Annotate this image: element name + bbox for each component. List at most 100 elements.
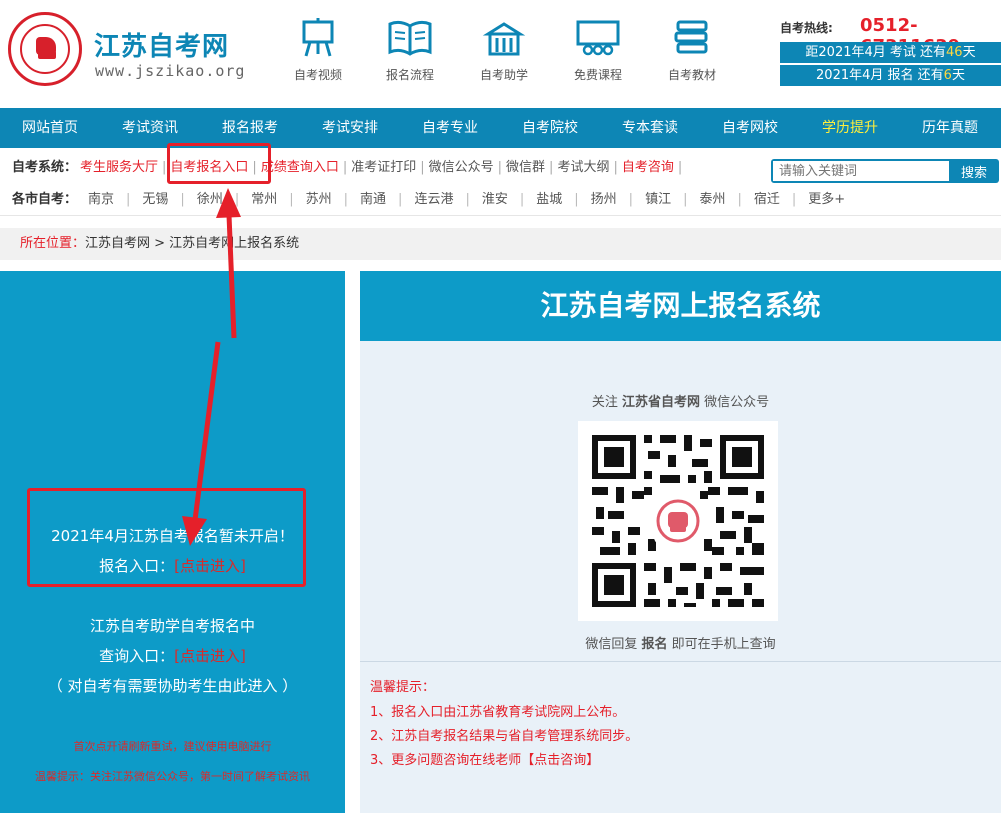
building-icon — [482, 22, 526, 56]
system-link-service-hall[interactable]: 考生服务大厅 — [80, 160, 158, 175]
city-link[interactable]: 盐城 — [536, 192, 562, 207]
city-link[interactable]: 无锡 — [142, 192, 168, 207]
city-link[interactable]: 徐州 — [197, 192, 223, 207]
hotline-label: 自考热线: — [780, 21, 833, 35]
search-input[interactable] — [773, 161, 949, 181]
quick-link-label: 自考助学 — [479, 68, 528, 82]
breadcrumb-path[interactable]: 江苏自考网 > 江苏自考网上报名系统 — [85, 236, 299, 251]
open-book-icon — [388, 20, 432, 56]
city-link[interactable]: 苏州 — [306, 192, 332, 207]
separator: | — [497, 160, 503, 175]
breadcrumb: 所在位置：江苏自考网 > 江苏自考网上报名系统 — [0, 228, 1001, 260]
exam-countdown-days: 46 — [946, 45, 963, 60]
tips-title: 温馨提示： — [370, 680, 436, 695]
site-logo[interactable] — [8, 12, 82, 86]
separator: | — [737, 192, 742, 207]
separator: | — [126, 192, 131, 207]
refresh-tip: 首次点开请刷新重试，建议使用电脑进行 — [73, 740, 272, 753]
quick-link-label: 自考教材 — [667, 68, 716, 82]
separator: | — [549, 160, 554, 175]
site-name[interactable]: 江苏自考网 — [94, 26, 229, 63]
nav-item-schools[interactable]: 自考院校 — [500, 108, 600, 148]
reg-countdown-prefix: 2021年4月 报名 还有 — [816, 68, 944, 83]
nav-item-register[interactable]: 报名报考 — [200, 108, 300, 148]
registration-highlight-box — [167, 143, 271, 184]
tip-item-consult[interactable]: 3、更多问题咨询在线老师【点击咨询】 — [370, 749, 599, 768]
system-link-consult[interactable]: 自考咨询 — [622, 160, 674, 175]
easel-icon — [302, 18, 334, 57]
system-link-score-query[interactable]: 成绩查询入口 — [261, 160, 339, 175]
query-entry-link[interactable]: [点击进入] — [174, 647, 246, 665]
city-link-more[interactable]: 更多+ — [808, 192, 845, 207]
city-link[interactable]: 南通 — [360, 192, 386, 207]
separator: | — [677, 160, 683, 175]
nav-item-home[interactable]: 网站首页 — [0, 108, 100, 148]
separator: | — [343, 192, 349, 207]
city-link[interactable]: 淮安 — [482, 192, 508, 207]
assist-title: 江苏自考助学自考报名中 — [89, 617, 255, 635]
query-entry: 查询入口：[点击进入] — [0, 645, 345, 666]
right-panel: 江苏自考网上报名系统 关注 江苏省自考网 微信公众号 微信回复 报名 即可在手机… — [360, 271, 1001, 813]
separator: | — [574, 192, 579, 207]
quick-link-books[interactable]: 自考教材 — [652, 18, 732, 83]
nav-item-combined[interactable]: 专本套读 — [600, 108, 700, 148]
quick-link-label: 免费课程 — [573, 68, 622, 82]
site-header: 江苏自考网 www.jszikao.org 自考视频 报名流程 自考助学 免费课… — [0, 0, 1001, 108]
system-link-wechat-account[interactable]: 微信公众号 — [429, 160, 494, 175]
qr-code-icon — [578, 421, 778, 621]
separator: | — [613, 160, 618, 175]
quick-link-assist[interactable]: 自考助学 — [464, 18, 544, 83]
notice-highlight-box — [27, 488, 306, 587]
separator: | — [683, 192, 688, 207]
separator: | — [791, 192, 797, 207]
city-link[interactable]: 镇江 — [645, 192, 671, 207]
follow-account-name: 江苏省自考网 — [621, 395, 700, 410]
separator: | — [465, 192, 470, 207]
system-link-wechat-group[interactable]: 微信群 — [506, 160, 545, 175]
follow-suffix: 微信公众号 — [704, 395, 770, 410]
nav-item-majors[interactable]: 自考专业 — [400, 108, 500, 148]
quick-link-course[interactable]: 免费课程 — [558, 18, 638, 83]
registration-countdown: 2021年4月 报名 还有6天 — [780, 65, 1001, 86]
assist-note: （ 对自考有需要协助考生由此进入 ） — [47, 677, 298, 695]
wechat-reply-text: 微信回复 报名 即可在手机上查询 — [360, 633, 1001, 652]
city-links: 南京 | 无锡 | 徐州 | 常州 | 苏州 | 南通 | 连云港 | 淮安 | 盐城 | 扬州 | 镇江 | 泰州 | 宿迁 |… — [88, 184, 845, 216]
reply-keyword: 报名 — [641, 637, 668, 652]
reg-countdown-days: 6 — [943, 68, 952, 83]
system-row-label: 自考系统： — [12, 160, 78, 175]
tip-item: 2、江苏自考报名结果与省自考管理系统同步。 — [370, 729, 639, 744]
reg-countdown-suffix: 天 — [951, 68, 965, 83]
city-link[interactable]: 常州 — [251, 192, 277, 207]
city-link[interactable]: 泰州 — [699, 192, 725, 207]
separator: | — [420, 160, 425, 175]
city-link[interactable]: 宿迁 — [754, 192, 780, 207]
nav-item-degree[interactable]: 学历提升 — [800, 108, 900, 148]
exam-countdown-suffix: 天 — [962, 45, 976, 60]
quick-link-process[interactable]: 报名流程 — [370, 18, 450, 83]
system-link-syllabus[interactable]: 考试大纲 — [557, 160, 609, 175]
nav-item-news[interactable]: 考试资讯 — [100, 108, 200, 148]
nav-item-schedule[interactable]: 考试安排 — [300, 108, 400, 148]
tip-item: 1、报名入口由江苏省教育考试院网上公布。 — [370, 705, 626, 720]
separator: | — [180, 192, 185, 207]
exam-countdown: 距2021年4月 考试 还有46天 — [780, 42, 1001, 63]
nav-item-online-school[interactable]: 自考网校 — [700, 108, 800, 148]
follow-prefix: 关注 — [591, 395, 618, 410]
separator: | — [519, 192, 525, 207]
follow-wechat-text: 关注 江苏省自考网 微信公众号 — [360, 391, 1001, 410]
city-row-label: 各市自考： — [12, 192, 78, 207]
quick-link-label: 自考视频 — [293, 68, 342, 82]
city-link[interactable]: 南京 — [88, 192, 114, 207]
wechat-qr-code — [578, 421, 778, 621]
city-link[interactable]: 扬州 — [591, 192, 617, 207]
books-stack-icon — [674, 20, 708, 54]
separator: | — [162, 160, 167, 175]
search-button[interactable]: 搜索 — [949, 159, 999, 183]
quick-link-video[interactable]: 自考视频 — [278, 18, 358, 83]
separator: | — [289, 192, 294, 207]
system-link-admission-ticket[interactable]: 准考证打印 — [351, 160, 416, 175]
separator: | — [398, 192, 403, 207]
nav-item-past-papers[interactable]: 历年真题 — [900, 108, 1000, 148]
city-link[interactable]: 连云港 — [414, 192, 453, 207]
separator: | — [342, 160, 348, 175]
